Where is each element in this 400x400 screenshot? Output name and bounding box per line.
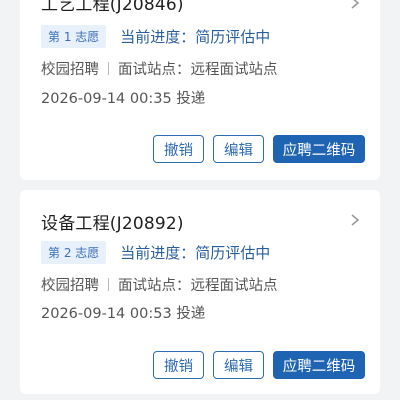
card-actions: 撤销 编辑 应聘二维码 [153, 351, 365, 379]
divider [108, 62, 109, 75]
chevron-right-icon[interactable] [348, 213, 362, 227]
progress-status: 当前进度：简历评估中 [120, 244, 271, 262]
status-row: 第 2 志愿 当前进度：简历评估中 [41, 241, 270, 264]
meta-row: 校园招聘 面试站点：远程面试站点 [41, 274, 278, 295]
divider [108, 278, 109, 291]
edit-button[interactable]: 编辑 [213, 351, 264, 379]
qrcode-button[interactable]: 应聘二维码 [273, 351, 365, 379]
status-row: 第 1 志愿 当前进度：简历评估中 [41, 25, 270, 48]
withdraw-button[interactable]: 撤销 [153, 351, 204, 379]
submit-time: 2026-09-14 00:35 投递 [41, 91, 206, 107]
interview-site: 面试站点：远程面试站点 [118, 278, 278, 294]
withdraw-button[interactable]: 撤销 [153, 135, 204, 163]
card-actions: 撤销 编辑 应聘二维码 [153, 135, 365, 163]
application-card[interactable]: 工艺工程(J20846) 第 1 志愿 当前进度：简历评估中 校园招聘 面试站点… [20, 0, 380, 180]
progress-status: 当前进度：简历评估中 [120, 28, 271, 46]
job-title: 设备工程(J20892) [41, 214, 184, 234]
meta-row: 校园招聘 面试站点：远程面试站点 [41, 58, 278, 79]
interview-site: 面试站点：远程面试站点 [118, 62, 278, 78]
submit-time: 2026-09-14 00:53 投递 [41, 306, 206, 322]
edit-button[interactable]: 编辑 [213, 135, 264, 163]
choice-badge: 第 2 志愿 [41, 241, 107, 264]
job-title: 工艺工程(J20846) [41, 0, 184, 15]
choice-badge: 第 1 志愿 [41, 25, 107, 48]
recruit-type: 校园招聘 [41, 278, 99, 294]
recruit-type: 校园招聘 [41, 62, 99, 78]
application-card[interactable]: 设备工程(J20892) 第 2 志愿 当前进度：简历评估中 校园招聘 面试站点… [20, 190, 380, 394]
chevron-right-icon[interactable] [348, 0, 362, 10]
qrcode-button[interactable]: 应聘二维码 [273, 135, 365, 163]
